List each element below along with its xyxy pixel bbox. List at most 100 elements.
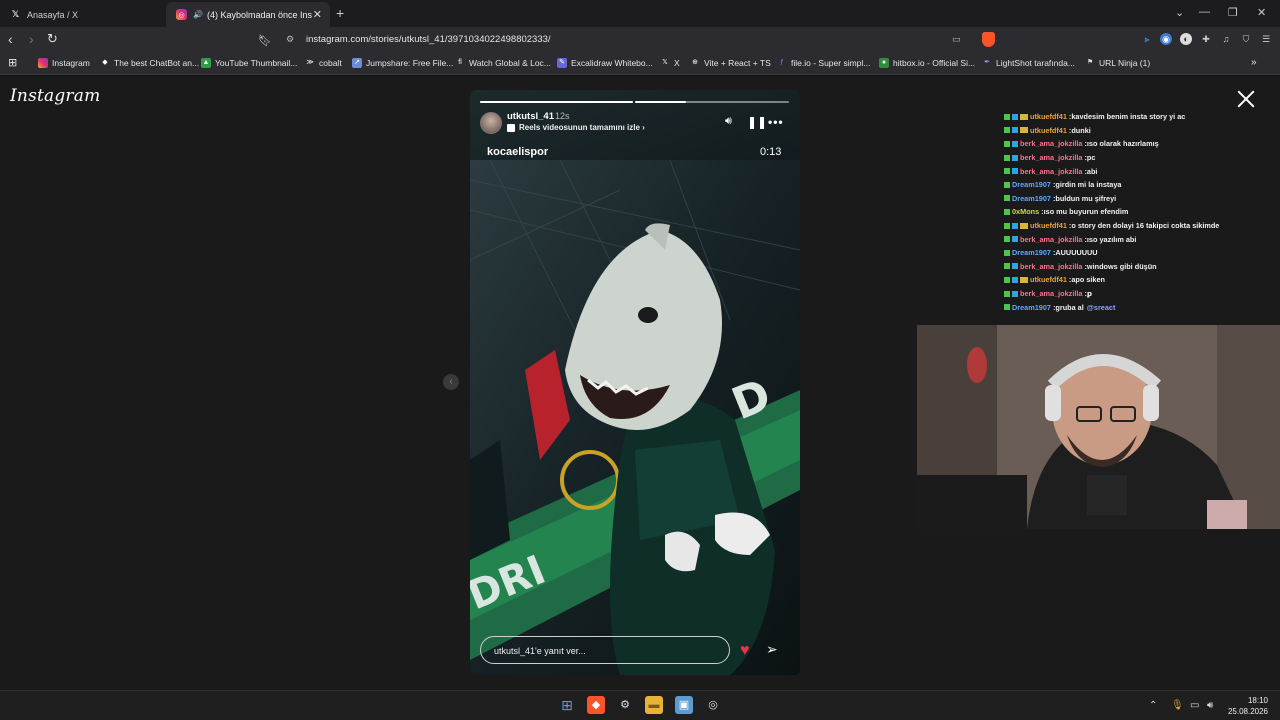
apps-grid-icon[interactable]: ⊞: [8, 56, 17, 69]
speaker-icon[interactable]: 🔊: [193, 10, 203, 19]
navigation-bar: ‹ › ↻ 🔖︎ ⚙ instagram.com/stories/utkutsl…: [0, 27, 1280, 53]
chat-message: utkuefdf41: apo siken: [1004, 273, 1280, 287]
bookmark-item[interactable]: ● hitbox.io - Official Si...: [879, 58, 975, 68]
instagram-story-viewer: Instagram ‹ utkutsl_41 12s Reels videosu…: [0, 76, 1280, 690]
send-icon[interactable]: ➢: [766, 641, 778, 658]
chat-username: berk_ama_jokzilla: [1020, 166, 1083, 176]
screenshot-app-icon[interactable]: ▣: [675, 696, 693, 714]
chat-badge-icon: [1004, 195, 1010, 202]
chat-text: kavdesim benim insta story yi ac: [1071, 112, 1186, 122]
chat-badge-icon: [1004, 276, 1010, 283]
extension-icon[interactable]: ◉: [1160, 33, 1172, 45]
tab-instagram[interactable]: ◎ 🔊 (4) Kaybolmadan önce Instagr ✕: [166, 2, 330, 27]
bookmark-item[interactable]: ⚑ URL Ninja (1): [1085, 58, 1150, 68]
chat-text: girdin mi la instaya: [1055, 180, 1122, 190]
chat-username: Dream1907: [1012, 248, 1051, 258]
bookmark-label: X: [674, 58, 680, 68]
cast-icon[interactable]: ▭: [952, 34, 961, 45]
windows-start-icon[interactable]: ⊞: [558, 696, 576, 714]
obs-icon[interactable]: ◎: [704, 696, 722, 714]
more-bookmarks-icon[interactable]: »: [1251, 57, 1257, 68]
chat-text: AUUUUUUU: [1055, 248, 1098, 258]
chat-message: utkuefdf41: kavdesim benim insta story y…: [1004, 110, 1280, 124]
bookmark-item[interactable]: ≫ cobalt: [305, 58, 341, 68]
volume-icon[interactable]: 🔊︎: [725, 115, 732, 128]
bookmark-item[interactable]: ◆ The best ChatBot an...: [100, 58, 199, 68]
forward-button[interactable]: ›: [29, 32, 34, 46]
chat-badge-icon: [1004, 127, 1010, 134]
extension-icon[interactable]: ⫸: [1141, 33, 1153, 45]
brave-shields-icon[interactable]: [982, 32, 995, 47]
bookmark-item[interactable]: Instagram: [38, 58, 90, 68]
bookmark-item[interactable]: ƒ file.io - Super simpl...: [777, 58, 870, 68]
avatar[interactable]: [480, 112, 502, 134]
chat-text: buldun mu şifreyi: [1055, 193, 1117, 203]
extensions-puzzle-icon[interactable]: ✚: [1200, 33, 1212, 45]
more-options-icon[interactable]: •••: [768, 115, 784, 129]
media-icon[interactable]: ♫: [1220, 33, 1232, 45]
pause-icon[interactable]: ❚❚: [747, 115, 767, 129]
new-tab-button[interactable]: +: [336, 5, 344, 21]
chat-username: 0xMons: [1012, 207, 1040, 217]
chat-username: berk_ama_jokzilla: [1020, 234, 1083, 244]
chat-badge-icon: [1004, 181, 1010, 188]
chat-badge-icon: [1004, 290, 1010, 297]
site-info-icon[interactable]: ⚙: [286, 34, 294, 45]
chat-badge-icon: [1020, 113, 1028, 120]
chat-message: Dream1907: gruba al @sreact: [1004, 300, 1280, 314]
story-card[interactable]: utkutsl_41 12s Reels videosunun tamamını…: [470, 90, 800, 675]
tab-search-icon[interactable]: ⌄: [1175, 6, 1184, 19]
system-clock[interactable]: 18:10 25.08.2026: [1226, 695, 1268, 717]
chat-badge-icon: [1012, 127, 1018, 134]
like-heart-icon[interactable]: ♥: [740, 642, 750, 660]
extension-icon[interactable]: ◐: [1180, 33, 1192, 45]
previous-story-button[interactable]: ‹: [443, 374, 459, 390]
network-icon[interactable]: ▭: [1190, 700, 1199, 711]
maximize-button[interactable]: ❐: [1228, 6, 1238, 19]
steam-icon[interactable]: ⚙: [616, 696, 634, 714]
bookmark-item[interactable]: 𝕏X: [660, 58, 680, 68]
close-story-icon[interactable]: [1234, 88, 1258, 112]
chat-badge-icon: [1012, 168, 1018, 175]
bookmark-item[interactable]: ↗ Jumpshare: Free File...: [352, 58, 453, 68]
close-window-button[interactable]: ✕: [1257, 6, 1266, 19]
chat-message: berk_ama_jokzilla: ıso olarak hazırlamış: [1004, 137, 1280, 151]
chat-text: o story den dolayi 16 takipci cokta siki…: [1071, 221, 1220, 231]
brave-browser-icon[interactable]: ◆: [587, 696, 605, 714]
excalidraw-icon: ✎: [557, 58, 567, 68]
file-explorer-icon[interactable]: ▬: [645, 696, 663, 714]
chat-text: abi: [1086, 166, 1098, 176]
chat-badge-icon: [1012, 222, 1018, 229]
chat-text: pc: [1086, 153, 1096, 163]
bookmark-item[interactable]: ✒ LightShot tarafında...: [982, 58, 1075, 68]
bookmark-label: Vite + React + TS: [704, 58, 771, 68]
bookmark-item[interactable]: ⊕ Vite + React + TS: [690, 58, 771, 68]
instagram-logo[interactable]: Instagram: [10, 86, 100, 106]
volume-icon[interactable]: 🔊︎: [1207, 700, 1213, 711]
bookmark-label: Excalidraw Whitebo...: [571, 58, 653, 68]
close-tab-icon[interactable]: ✕: [313, 8, 322, 21]
bookmark-label: file.io - Super simpl...: [791, 58, 871, 68]
chat-username: berk_ama_jokzilla: [1020, 261, 1083, 271]
bookmark-item[interactable]: fl Watch Global & Loc...: [455, 58, 551, 68]
vpn-shield-icon[interactable]: ⛉: [1240, 33, 1252, 45]
tab-x-home[interactable]: 𝕏 Anasayfa / X: [0, 2, 165, 27]
back-button[interactable]: ‹: [8, 32, 13, 46]
chat-badge-icon: [1020, 127, 1028, 134]
tray-overflow-icon[interactable]: ⌃: [1149, 700, 1157, 711]
watch-icon: fl: [458, 59, 462, 66]
microphone-icon[interactable]: 🎙︎: [1171, 700, 1184, 711]
reels-link[interactable]: Reels videosunun tamamını izle ›: [507, 123, 645, 132]
bookmark-item[interactable]: ✎ Excalidraw Whitebo...: [557, 58, 653, 68]
chat-username: Dream1907: [1012, 193, 1051, 203]
story-username[interactable]: utkutsl_41: [507, 111, 554, 122]
chat-badge-icon: [1004, 168, 1010, 175]
taskbar: ⊞ ◆ ⚙ ▬ ▣ ◎ ⌃ 🎙︎ ▭ 🔊︎ 18:10 25.08.2026: [0, 690, 1280, 720]
minimize-button[interactable]: —: [1199, 6, 1210, 18]
menu-icon[interactable]: ☰: [1260, 33, 1272, 45]
story-age: 12s: [555, 111, 570, 121]
bookmark-label: URL Ninja (1): [1099, 58, 1151, 68]
reload-button[interactable]: ↻: [47, 32, 58, 46]
bookmark-item[interactable]: ▲ YouTube Thumbnail...: [201, 58, 297, 68]
bookmark-icon[interactable]: 🔖︎: [258, 34, 272, 48]
